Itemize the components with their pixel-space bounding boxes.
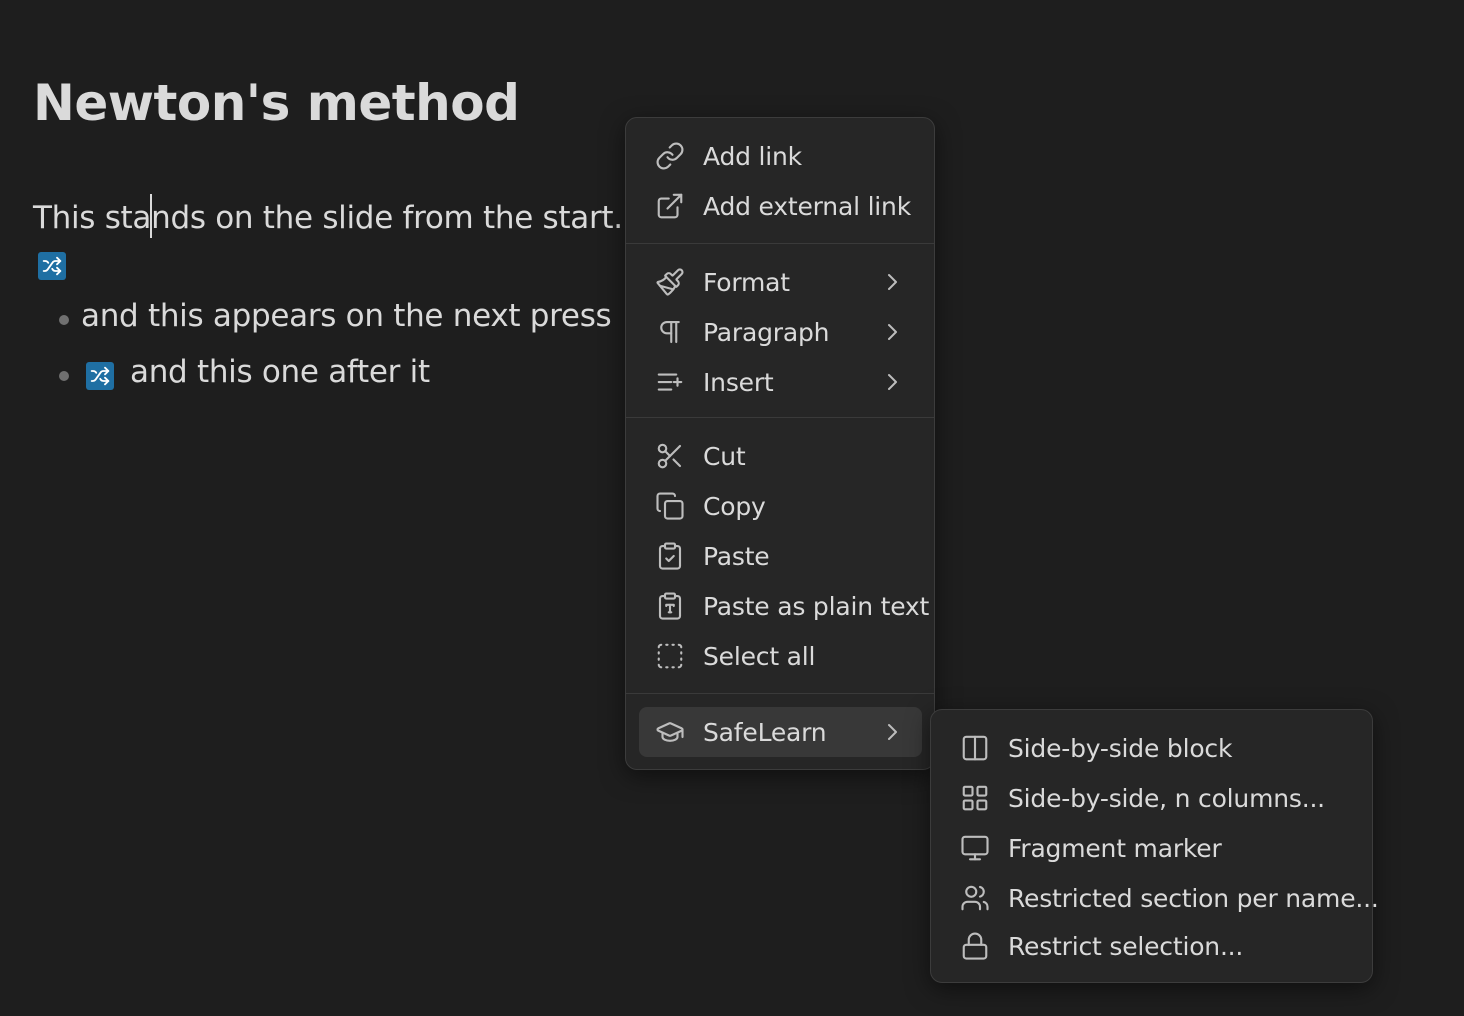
pilcrow-icon: [655, 317, 685, 347]
menu-divider: [626, 243, 934, 244]
menu-item-copy[interactable]: Copy: [639, 481, 922, 531]
monitor-icon: [960, 833, 990, 863]
menu-item-label: Copy: [703, 491, 766, 521]
menu-item-label: Paste: [703, 541, 770, 571]
menu-item-label: Format: [703, 267, 790, 297]
menu-item-insert[interactable]: Insert: [639, 357, 922, 407]
menu-item-label: Restricted section per name...: [1008, 883, 1379, 913]
bullet-point: [59, 315, 69, 325]
menu-divider: [626, 693, 934, 694]
grid-icon: [960, 783, 990, 813]
columns-icon: [960, 733, 990, 763]
submenu-item-restricted-section-per-name[interactable]: Restricted section per name...: [944, 873, 1379, 923]
menu-item-label: Paste as plain text: [703, 591, 930, 621]
users-icon: [960, 883, 990, 913]
context-menu: Add link Add external link Format Paragr…: [625, 117, 935, 770]
menu-item-label: Add external link: [703, 191, 911, 221]
menu-divider: [626, 417, 934, 418]
menu-item-label: Add link: [703, 141, 802, 171]
scissors-icon: [655, 441, 685, 471]
menu-item-label: Side-by-side block: [1008, 733, 1233, 763]
chevron-right-icon: [884, 321, 900, 343]
submenu-item-restrict-selection[interactable]: Restrict selection...: [944, 921, 1360, 971]
copy-icon: [655, 491, 685, 521]
menu-item-format[interactable]: Format: [639, 257, 922, 307]
graduation-cap-icon: [655, 717, 685, 747]
list-item-text: and this one after it: [130, 354, 430, 390]
paragraph-text[interactable]: This stands on the slide from the start.: [33, 194, 623, 238]
paintbrush-icon: [655, 267, 685, 297]
chevron-right-icon: [884, 721, 900, 743]
submenu-item-fragment-marker[interactable]: Fragment marker: [944, 823, 1360, 873]
menu-item-label: SafeLearn: [703, 717, 827, 747]
chevron-right-icon: [884, 371, 900, 393]
paragraph-text-part-1: This sta: [33, 200, 152, 236]
lock-icon: [960, 931, 990, 961]
fragment-marker-icon[interactable]: [86, 362, 114, 390]
list-plus-icon: [655, 367, 685, 397]
chevron-right-icon: [884, 271, 900, 293]
select-dashed-icon: [655, 641, 685, 671]
external-link-icon: [655, 191, 685, 221]
menu-item-paste-as-plain-text[interactable]: Paste as plain text: [639, 581, 929, 631]
menu-item-paragraph[interactable]: Paragraph: [639, 307, 922, 357]
safelearn-submenu: Side-by-side block Side-by-side, n colum…: [930, 709, 1379, 983]
menu-item-add-link[interactable]: Add link: [639, 131, 922, 181]
menu-item-label: Side-by-side, n columns...: [1008, 783, 1325, 813]
menu-item-add-external-link[interactable]: Add external link: [639, 181, 922, 231]
menu-item-label: Select all: [703, 641, 816, 671]
fragment-marker-icon[interactable]: [38, 252, 66, 280]
clipboard-type-icon: [655, 591, 685, 621]
menu-item-paste[interactable]: Paste: [639, 531, 922, 581]
clipboard-check-icon: [655, 541, 685, 571]
link-icon: [655, 141, 685, 171]
list-item-text: and this appears on the next press: [81, 298, 612, 334]
menu-item-label: Fragment marker: [1008, 833, 1222, 863]
menu-item-safelearn[interactable]: SafeLearn: [639, 707, 922, 757]
paragraph-text-part-2: nds on the slide from the start.: [151, 200, 623, 236]
menu-item-cut[interactable]: Cut: [639, 431, 922, 481]
menu-item-select-all[interactable]: Select all: [639, 631, 922, 681]
page-title: Newton's method: [33, 74, 520, 132]
menu-item-label: Paragraph: [703, 317, 830, 347]
menu-item-label: Insert: [703, 367, 774, 397]
menu-item-label: Restrict selection...: [1008, 931, 1244, 961]
submenu-item-side-by-side-n-columns[interactable]: Side-by-side, n columns...: [944, 773, 1360, 823]
submenu-item-side-by-side-block[interactable]: Side-by-side block: [944, 723, 1360, 773]
bullet-point: [59, 371, 69, 381]
menu-item-label: Cut: [703, 441, 746, 471]
